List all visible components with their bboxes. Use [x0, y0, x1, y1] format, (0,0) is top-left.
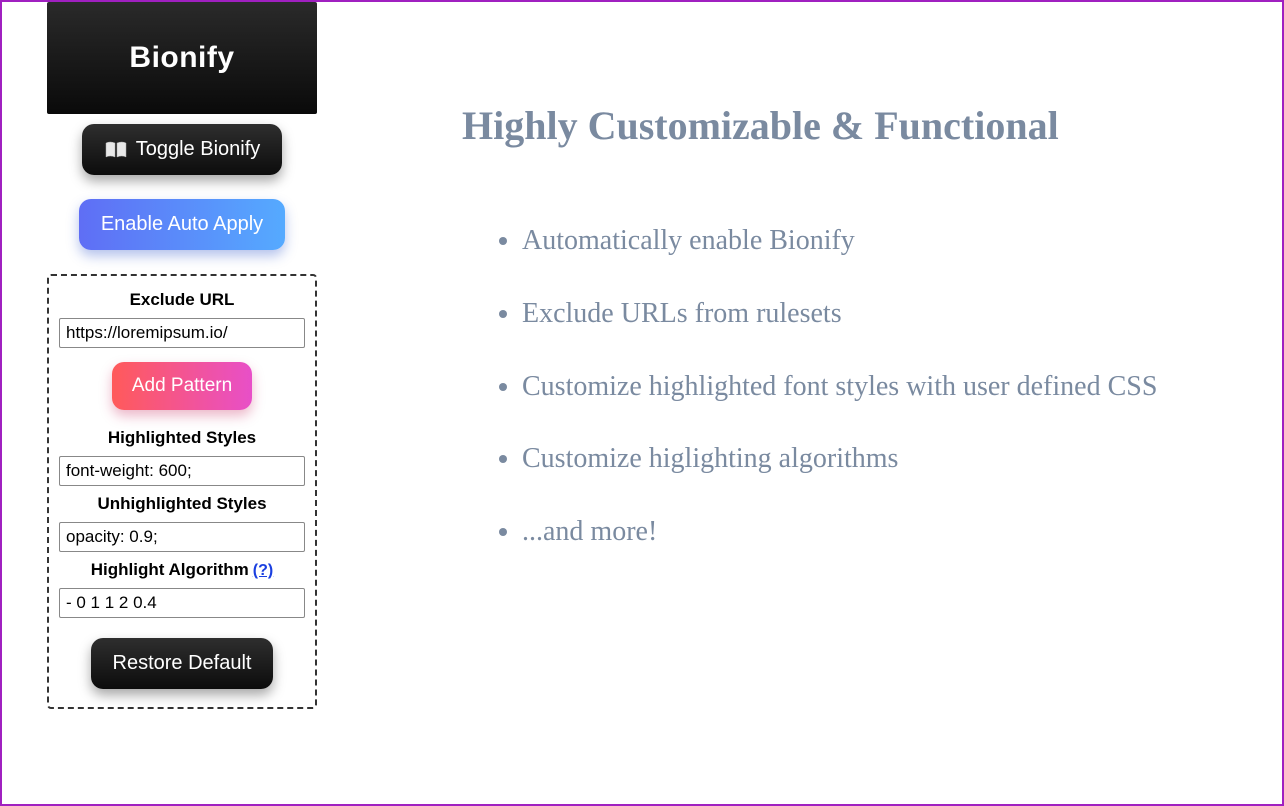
extension-panel: Bionify Toggle Bionify Enable Auto Apply… [2, 2, 362, 804]
unhighlighted-styles-input[interactable] [59, 522, 305, 552]
list-item: Exclude URLs from rulesets [522, 292, 1202, 337]
highlighted-styles-label: Highlighted Styles [108, 428, 256, 448]
restore-default-button[interactable]: Restore Default [91, 638, 274, 689]
highlight-algorithm-help-link[interactable]: (?) [253, 562, 273, 580]
highlight-algorithm-label: Highlight Algorithm [91, 560, 249, 580]
toggle-label: Toggle Bionify [136, 138, 261, 161]
auto-apply-label: Enable Auto Apply [101, 213, 263, 235]
highlighted-styles-input[interactable] [59, 456, 305, 486]
exclude-url-input[interactable] [59, 318, 305, 348]
add-pattern-button[interactable]: Add Pattern [112, 362, 252, 410]
brand-title: Bionify [129, 41, 234, 75]
toggle-bionify-button[interactable]: Toggle Bionify [82, 124, 283, 175]
highlight-algorithm-label-row: Highlight Algorithm (?) [91, 560, 273, 580]
marketing-bullet-list: Automatically enable Bionify Exclude URL… [462, 219, 1202, 555]
add-pattern-label: Add Pattern [132, 375, 232, 396]
highlight-algorithm-input[interactable] [59, 588, 305, 618]
enable-auto-apply-button[interactable]: Enable Auto Apply [79, 199, 285, 250]
marketing-panel: Highly Customizable & Functional Automat… [362, 2, 1282, 804]
marketing-heading: Highly Customizable & Functional [462, 102, 1202, 149]
book-icon [104, 141, 128, 159]
list-item: Customize highlighted font styles with u… [522, 365, 1202, 410]
list-item: Automatically enable Bionify [522, 219, 1202, 264]
brand-header: Bionify [47, 2, 317, 114]
list-item: ...and more! [522, 510, 1202, 555]
settings-box: Exclude URL Add Pattern Highlighted Styl… [47, 274, 317, 709]
restore-default-label: Restore Default [113, 652, 252, 674]
list-item: Customize higlighting algorithms [522, 437, 1202, 482]
exclude-url-label: Exclude URL [130, 290, 235, 310]
unhighlighted-styles-label: Unhighlighted Styles [97, 494, 266, 514]
